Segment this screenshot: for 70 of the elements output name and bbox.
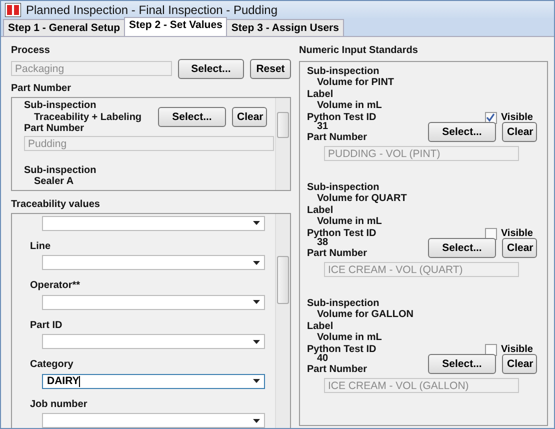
label-heading: Label bbox=[307, 320, 334, 332]
process-field: Packaging bbox=[11, 61, 172, 76]
part-button[interactable]: Select... bbox=[428, 122, 496, 142]
dropdown-field[interactable] bbox=[42, 216, 265, 230]
sub-inspection-label: Sub-inspection bbox=[307, 66, 380, 77]
scrollbar[interactable] bbox=[275, 214, 290, 428]
sub-inspection-value: Traceability + Labeling bbox=[33, 112, 143, 123]
sub-inspection-label: Sub-inspection bbox=[307, 182, 380, 193]
dropdown-arrow-icon[interactable] bbox=[253, 379, 260, 383]
part-number-label: Part Number bbox=[307, 364, 368, 376]
part-button[interactable]: Select... bbox=[158, 107, 226, 128]
dropdown-arrow-icon[interactable] bbox=[253, 340, 260, 344]
label-heading: Label bbox=[307, 204, 334, 216]
part-number-field: ICE CREAM - VOL (QUART) bbox=[324, 262, 519, 276]
test-id-label: Python Test ID bbox=[307, 112, 376, 123]
label-heading: Label bbox=[307, 88, 334, 100]
field-label: Category bbox=[30, 359, 74, 370]
label-value: Volume in mL bbox=[316, 332, 383, 344]
window-title: Planned Inspection - Final Inspection - Pudding bbox=[26, 3, 278, 17]
dropdown-arrow-icon[interactable] bbox=[253, 300, 260, 304]
dropdown-field[interactable] bbox=[42, 413, 265, 428]
part-number-field: ICE CREAM - VOL (GALLON) bbox=[324, 378, 519, 392]
part-button[interactable]: Clear bbox=[502, 238, 537, 258]
test-id-value: 38 bbox=[317, 236, 328, 248]
sub-inspection-value: Volume for PINT bbox=[316, 77, 396, 88]
field-label: Operator** bbox=[30, 280, 82, 292]
label-value: Volume in mL bbox=[316, 216, 383, 228]
part-number-label: Part Number bbox=[307, 132, 368, 144]
tab[interactable]: Step 1 - General Setup bbox=[3, 19, 126, 36]
part-button[interactable]: Clear bbox=[502, 122, 537, 142]
part-number-field: Pudding bbox=[24, 136, 274, 150]
field-label: Line bbox=[30, 240, 52, 252]
sub-inspection-label: Sub-inspection bbox=[307, 298, 380, 309]
part-button[interactable]: Clear bbox=[232, 107, 267, 128]
test-id-label: Python Test ID bbox=[307, 344, 376, 355]
dropdown-field[interactable] bbox=[42, 334, 265, 349]
part-button[interactable]: Select... bbox=[428, 354, 496, 374]
sub-inspection-value: Volume for GALLON bbox=[316, 309, 414, 320]
part-button[interactable]: Select... bbox=[428, 238, 496, 258]
process-button[interactable]: Select... bbox=[178, 58, 244, 78]
dropdown-field[interactable]: DAIRY bbox=[42, 374, 265, 388]
sub-inspection-label: Sub-inspection bbox=[24, 100, 98, 112]
test-id-value: 31 bbox=[317, 120, 328, 132]
dropdown-arrow-icon[interactable] bbox=[253, 260, 260, 264]
dropdown-field[interactable] bbox=[42, 255, 265, 270]
part-number-field: PUDDING - VOL (PINT) bbox=[324, 146, 519, 160]
dropdown-arrow-icon[interactable] bbox=[253, 418, 260, 422]
label-value: Volume in mL bbox=[316, 100, 383, 112]
field-label: Job number bbox=[30, 398, 88, 410]
dropdown-arrow-icon[interactable] bbox=[253, 221, 260, 225]
test-id-value: 40 bbox=[317, 352, 328, 364]
process-label: Process bbox=[11, 45, 51, 56]
process-button[interactable]: Reset bbox=[250, 58, 291, 78]
tab[interactable]: Step 3 - Assign Users bbox=[226, 19, 344, 36]
traceability-label: Traceability values bbox=[11, 199, 101, 210]
scrollbar[interactable] bbox=[275, 98, 290, 190]
tab[interactable]: Step 2 - Set Values bbox=[124, 17, 228, 36]
sub-inspection-label: Sub-inspection bbox=[24, 164, 98, 176]
field-label: Part ID bbox=[30, 320, 64, 331]
part-number-label: Part Number bbox=[307, 248, 368, 260]
part-button[interactable]: Clear bbox=[502, 354, 537, 374]
checkmark-icon bbox=[486, 113, 496, 122]
sub-inspection-value: Sealer A bbox=[33, 176, 75, 188]
test-id-label: Python Test ID bbox=[307, 228, 376, 239]
app-icon bbox=[5, 3, 21, 17]
part-number-label: Part Number bbox=[24, 123, 86, 134]
part-number-label: Part Number bbox=[11, 82, 72, 94]
dropdown-field[interactable] bbox=[42, 294, 265, 310]
numeric-standards-label: Numeric Input Standards bbox=[299, 45, 419, 56]
sub-inspection-value: Volume for QUART bbox=[316, 193, 408, 204]
